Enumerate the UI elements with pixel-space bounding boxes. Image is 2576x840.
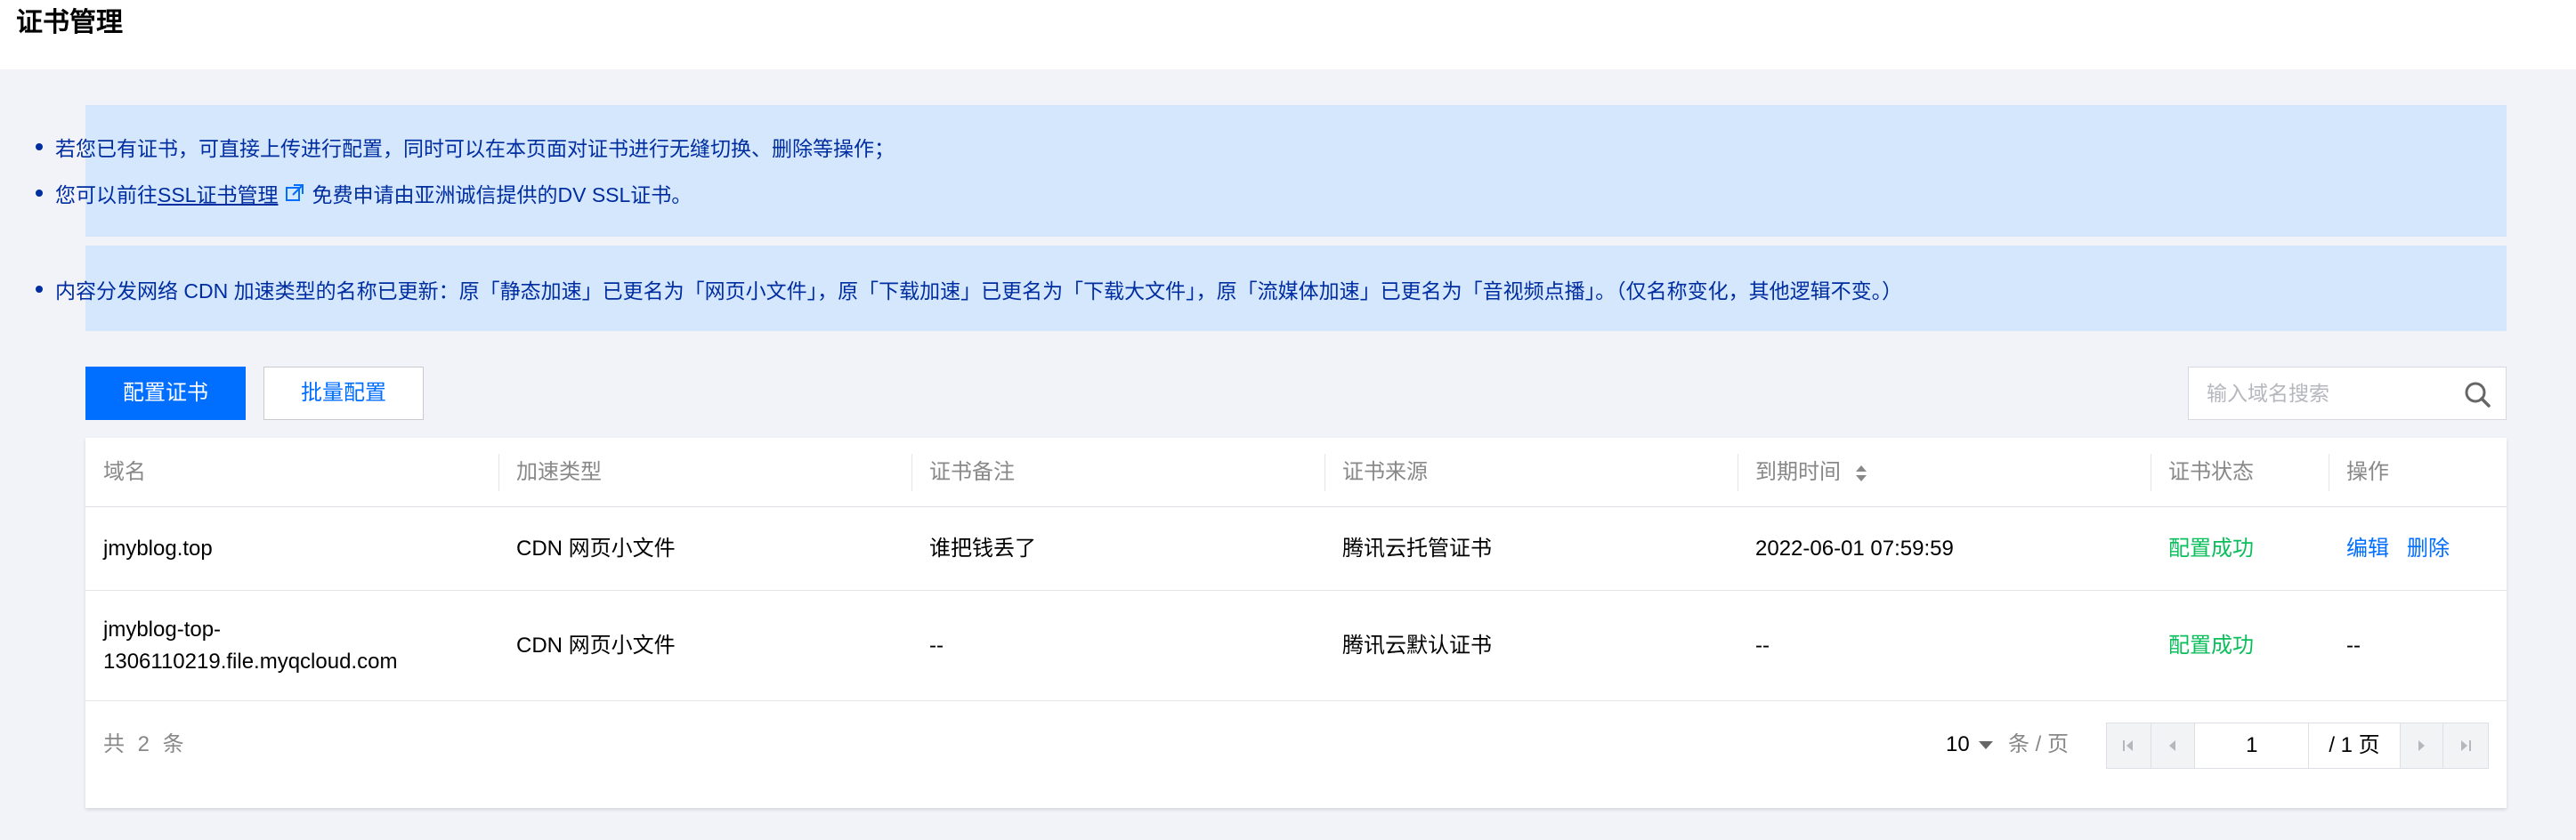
config-cert-button[interactable]: 配置证书 <box>85 367 246 420</box>
cert-table: 域名 加速类型 证书备注 证书来源 到期时间 证书状态 操作 jmyblog.t… <box>85 438 2507 808</box>
last-page-icon <box>2461 740 2472 751</box>
bullet-dot <box>36 190 43 197</box>
col-header-source: 证书来源 <box>1342 460 1428 484</box>
page-title: 证书管理 <box>16 8 123 37</box>
cell-domain: jmyblog.top <box>103 536 213 561</box>
next-page-icon <box>2418 740 2426 751</box>
table-row: jmyblog-top- 1306110219.file.myqcloud.co… <box>85 591 2507 701</box>
next-page-button[interactable] <box>2399 723 2444 768</box>
notice-line-ssl: 您可以前往 SSL证书管理 免费申请由亚洲诚信提供的DV SSL证书。 <box>36 178 692 208</box>
sort-icon[interactable] <box>1855 464 1867 483</box>
pager: / 1 页 <box>2106 723 2489 769</box>
cell-status: 配置成功 <box>2168 633 2254 658</box>
cell-status: 配置成功 <box>2168 536 2254 561</box>
total-pages: / 1 页 <box>2309 723 2400 768</box>
delete-link[interactable]: 删除 <box>2407 533 2450 565</box>
page-size-select[interactable]: 10 <box>1946 701 1993 788</box>
first-page-icon <box>2123 740 2134 751</box>
notice-text: 内容分发网络 CDN 加速类型的名称已更新：原「静态加速」已更名为「网页小文件」… <box>55 279 1903 303</box>
col-header-actions: 操作 <box>2346 460 2389 484</box>
col-header-remark: 证书备注 <box>929 460 1015 484</box>
total-count: 共 2 条 <box>103 732 188 756</box>
cell-type: CDN 网页小文件 <box>516 536 676 561</box>
per-page-label: 条 / 页 <box>2008 732 2070 756</box>
notice-text-prefix: 您可以前往 <box>55 183 158 206</box>
col-header-status: 证书状态 <box>2168 460 2254 484</box>
bullet-dot <box>36 143 43 150</box>
batch-config-button[interactable]: 批量配置 <box>263 367 424 420</box>
notice-line-cdn: 内容分发网络 CDN 加速类型的名称已更新：原「静态加速」已更名为「网页小文件」… <box>36 274 1902 304</box>
cell-remark: 谁把钱丢了 <box>929 536 1036 561</box>
notice-box-ssl <box>85 105 2507 237</box>
col-header-domain: 域名 <box>103 460 146 484</box>
search-icon[interactable] <box>2463 380 2491 408</box>
bullet-dot <box>36 286 43 293</box>
cell-domain-line2: 1306110219.file.myqcloud.com <box>103 649 398 674</box>
page-size-value: 10 <box>1946 732 1970 756</box>
cell-type: CDN 网页小文件 <box>516 633 676 658</box>
col-header-expire[interactable]: 到期时间 <box>1738 438 2151 507</box>
table-footer: 共 2 条 10 条 / 页 / 1 页 <box>85 701 2507 788</box>
cell-actions: 编辑 删除 <box>2329 507 2507 590</box>
cell-remark: -- <box>929 633 944 658</box>
notice-text-suffix: 免费申请由亚洲诚信提供的DV SSL证书。 <box>312 183 693 206</box>
cell-domain: jmyblog-top- 1306110219.file.myqcloud.co… <box>85 591 498 700</box>
ssl-cert-link[interactable]: SSL证书管理 <box>158 178 278 208</box>
prev-page-icon <box>2169 740 2175 751</box>
col-header-expire-label: 到期时间 <box>1755 460 1841 484</box>
table-header: 域名 加速类型 证书备注 证书来源 到期时间 证书状态 操作 <box>85 438 2507 507</box>
cell-expire: -- <box>1755 633 1770 658</box>
domain-search <box>2188 367 2507 420</box>
top-bar: 证书管理 <box>0 0 2576 69</box>
prev-page-button[interactable] <box>2151 723 2196 768</box>
cell-expire: 2022-06-01 07:59:59 <box>1755 536 1954 561</box>
domain-search-input[interactable] <box>2189 368 2456 419</box>
page-number-input[interactable] <box>2195 723 2310 768</box>
col-header-type: 加速类型 <box>516 460 602 484</box>
chevron-down-icon <box>1978 741 1993 750</box>
edit-link[interactable]: 编辑 <box>2346 533 2389 565</box>
table-row: jmyblog.top CDN 网页小文件 谁把钱丢了 腾讯云托管证书 2022… <box>85 507 2507 591</box>
external-link-icon[interactable] <box>285 183 304 203</box>
cell-source: 腾讯云托管证书 <box>1342 536 1492 561</box>
cell-actions: -- <box>2346 633 2361 658</box>
cell-domain-line1: jmyblog-top- <box>103 617 222 642</box>
notice-line-upload: 若您已有证书，可直接上传进行配置，同时可以在本页面对证书进行无缝切换、删除等操作… <box>36 132 895 162</box>
last-page-button[interactable] <box>2443 723 2488 768</box>
cell-source: 腾讯云默认证书 <box>1342 633 1492 658</box>
first-page-button[interactable] <box>2107 723 2151 768</box>
notice-text: 若您已有证书，可直接上传进行配置，同时可以在本页面对证书进行无缝切换、删除等操作… <box>55 137 895 160</box>
